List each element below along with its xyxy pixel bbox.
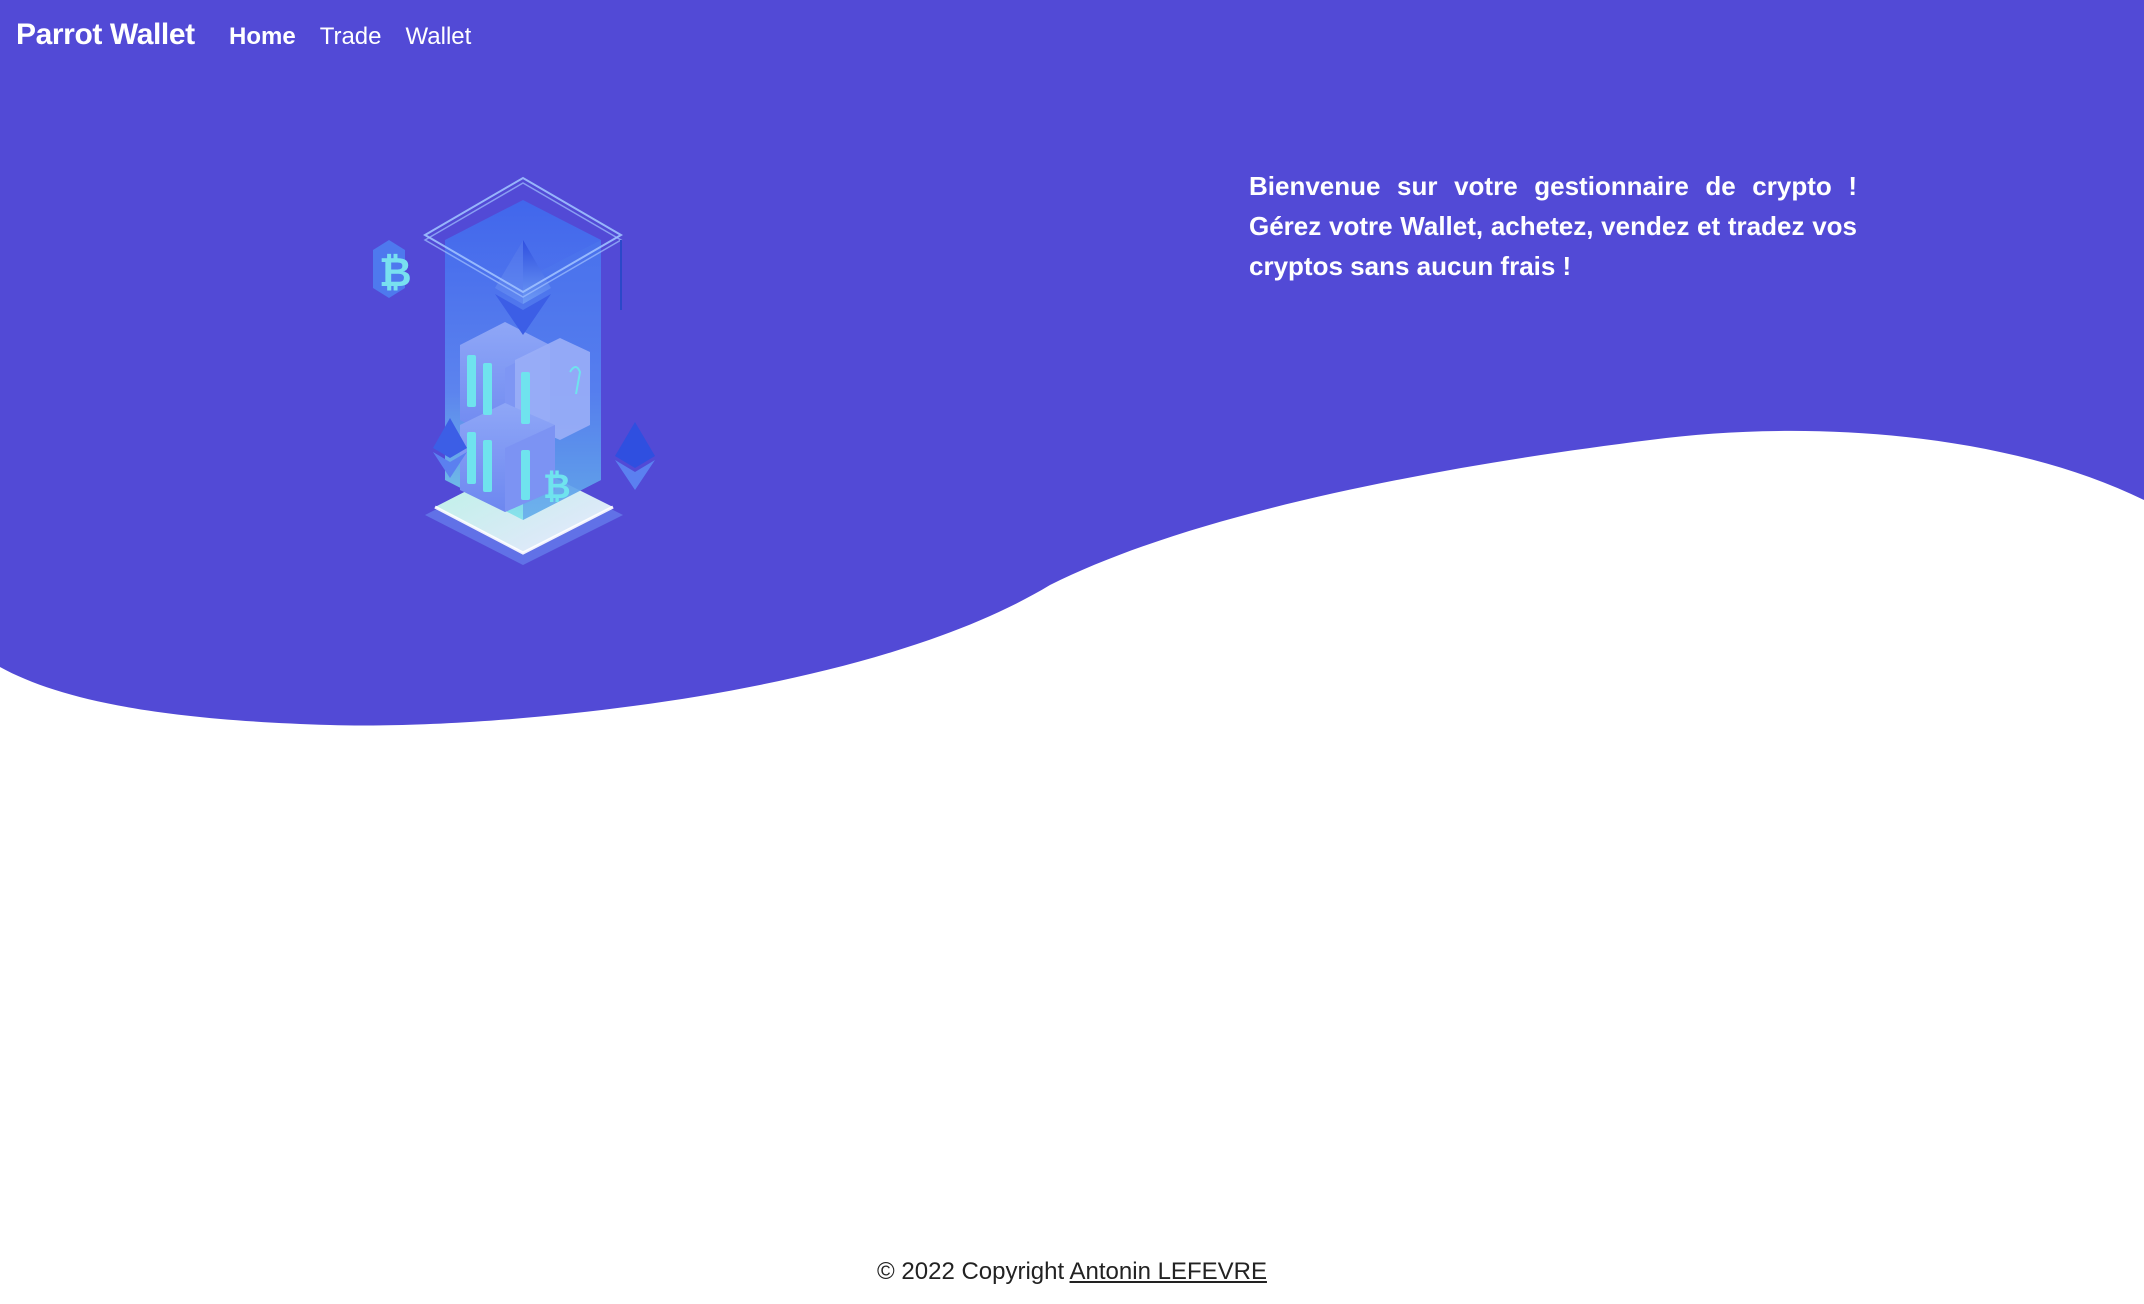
copyright-text: © 2022 Copyright (877, 1258, 1070, 1285)
brand-logo[interactable]: Parrot Wallet (16, 18, 195, 52)
svg-text:₿: ₿ (543, 467, 571, 507)
nav-links: Home Trade Wallet (229, 23, 471, 51)
page: Parrot Wallet Home Trade Wallet ₿ ₿ Bien… (0, 0, 2144, 1304)
nav-item-wallet[interactable]: Wallet (406, 23, 472, 51)
svg-text:₿: ₿ (379, 250, 412, 296)
author-link[interactable]: Antonin LEFEVRE (1070, 1258, 1267, 1285)
bitcoin-icon: ₿ (373, 240, 412, 298)
footer: © 2022 Copyright Antonin LEFEVRE (0, 1258, 2144, 1286)
crypto-isometric-illustration: ₿ ₿ (373, 176, 655, 565)
welcome-text: Bienvenue sur votre gestionnaire de cryp… (1249, 171, 1857, 281)
nav-item-home[interactable]: Home (229, 23, 296, 51)
top-navbar: Parrot Wallet Home Trade Wallet (0, 0, 2144, 76)
ethereum-small-right-icon (615, 422, 655, 490)
hero-wave-background (0, 0, 2144, 726)
bitcoin-small-icon: ₿ (543, 467, 571, 507)
nav-item-trade[interactable]: Trade (320, 23, 382, 51)
